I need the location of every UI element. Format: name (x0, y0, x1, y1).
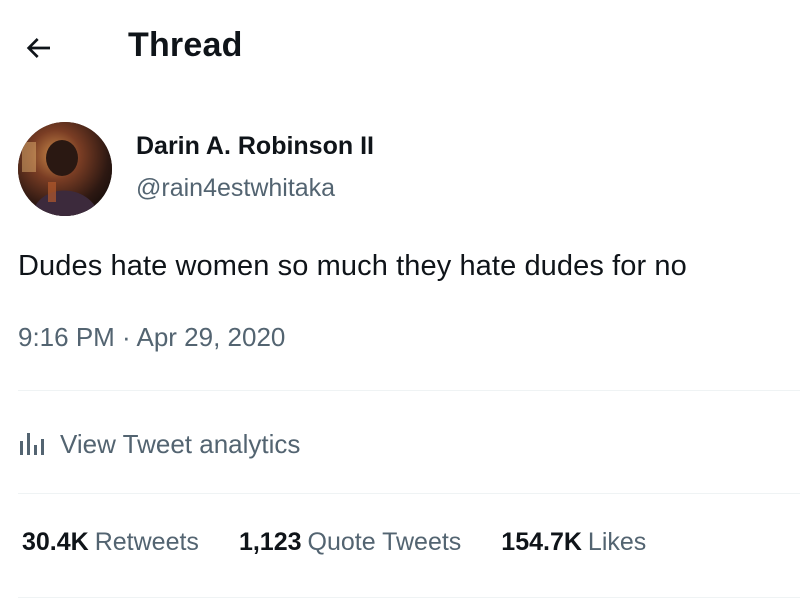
tweet-stats: 30.4K Retweets 1,123 Quote Tweets 154.7K Li… (22, 528, 686, 557)
back-button[interactable] (18, 28, 58, 68)
divider (18, 493, 800, 494)
avatar[interactable] (18, 122, 112, 216)
retweets-stat[interactable]: 30.4K Retweets (22, 528, 199, 557)
author-name[interactable]: Darin A. Robinson II (136, 132, 374, 161)
divider (18, 390, 800, 391)
likes-count: 154.7K (501, 528, 582, 556)
tweet-author: Darin A. Robinson II @rain4estwhitaka (18, 122, 778, 218)
page-title: Thread (128, 26, 243, 64)
retweets-count: 30.4K (22, 528, 89, 556)
tweet-thread-page: Thread Darin A. Robinson II @rain4estwhi… (0, 0, 800, 600)
avatar-image (18, 122, 112, 216)
author-handle[interactable]: @rain4estwhitaka (136, 174, 335, 203)
arrow-left-icon (26, 38, 50, 58)
bar-chart-icon (20, 433, 44, 455)
retweets-label: Retweets (94, 528, 199, 556)
view-analytics-link[interactable]: View Tweet analytics (18, 424, 300, 464)
tweet-text: Dudes hate women so much they hate dudes… (18, 250, 687, 282)
header: Thread (0, 0, 800, 96)
likes-stat[interactable]: 154.7K Likes (501, 528, 646, 557)
quote-tweets-stat[interactable]: 1,123 Quote Tweets (239, 528, 461, 557)
quote-tweets-label: Quote Tweets (307, 528, 462, 556)
divider (18, 597, 800, 598)
likes-label: Likes (587, 528, 647, 556)
quote-tweets-count: 1,123 (238, 528, 302, 556)
tweet-timestamp[interactable]: 9:16 PM · Apr 29, 2020 (18, 322, 285, 353)
analytics-label: View Tweet analytics (60, 428, 301, 459)
